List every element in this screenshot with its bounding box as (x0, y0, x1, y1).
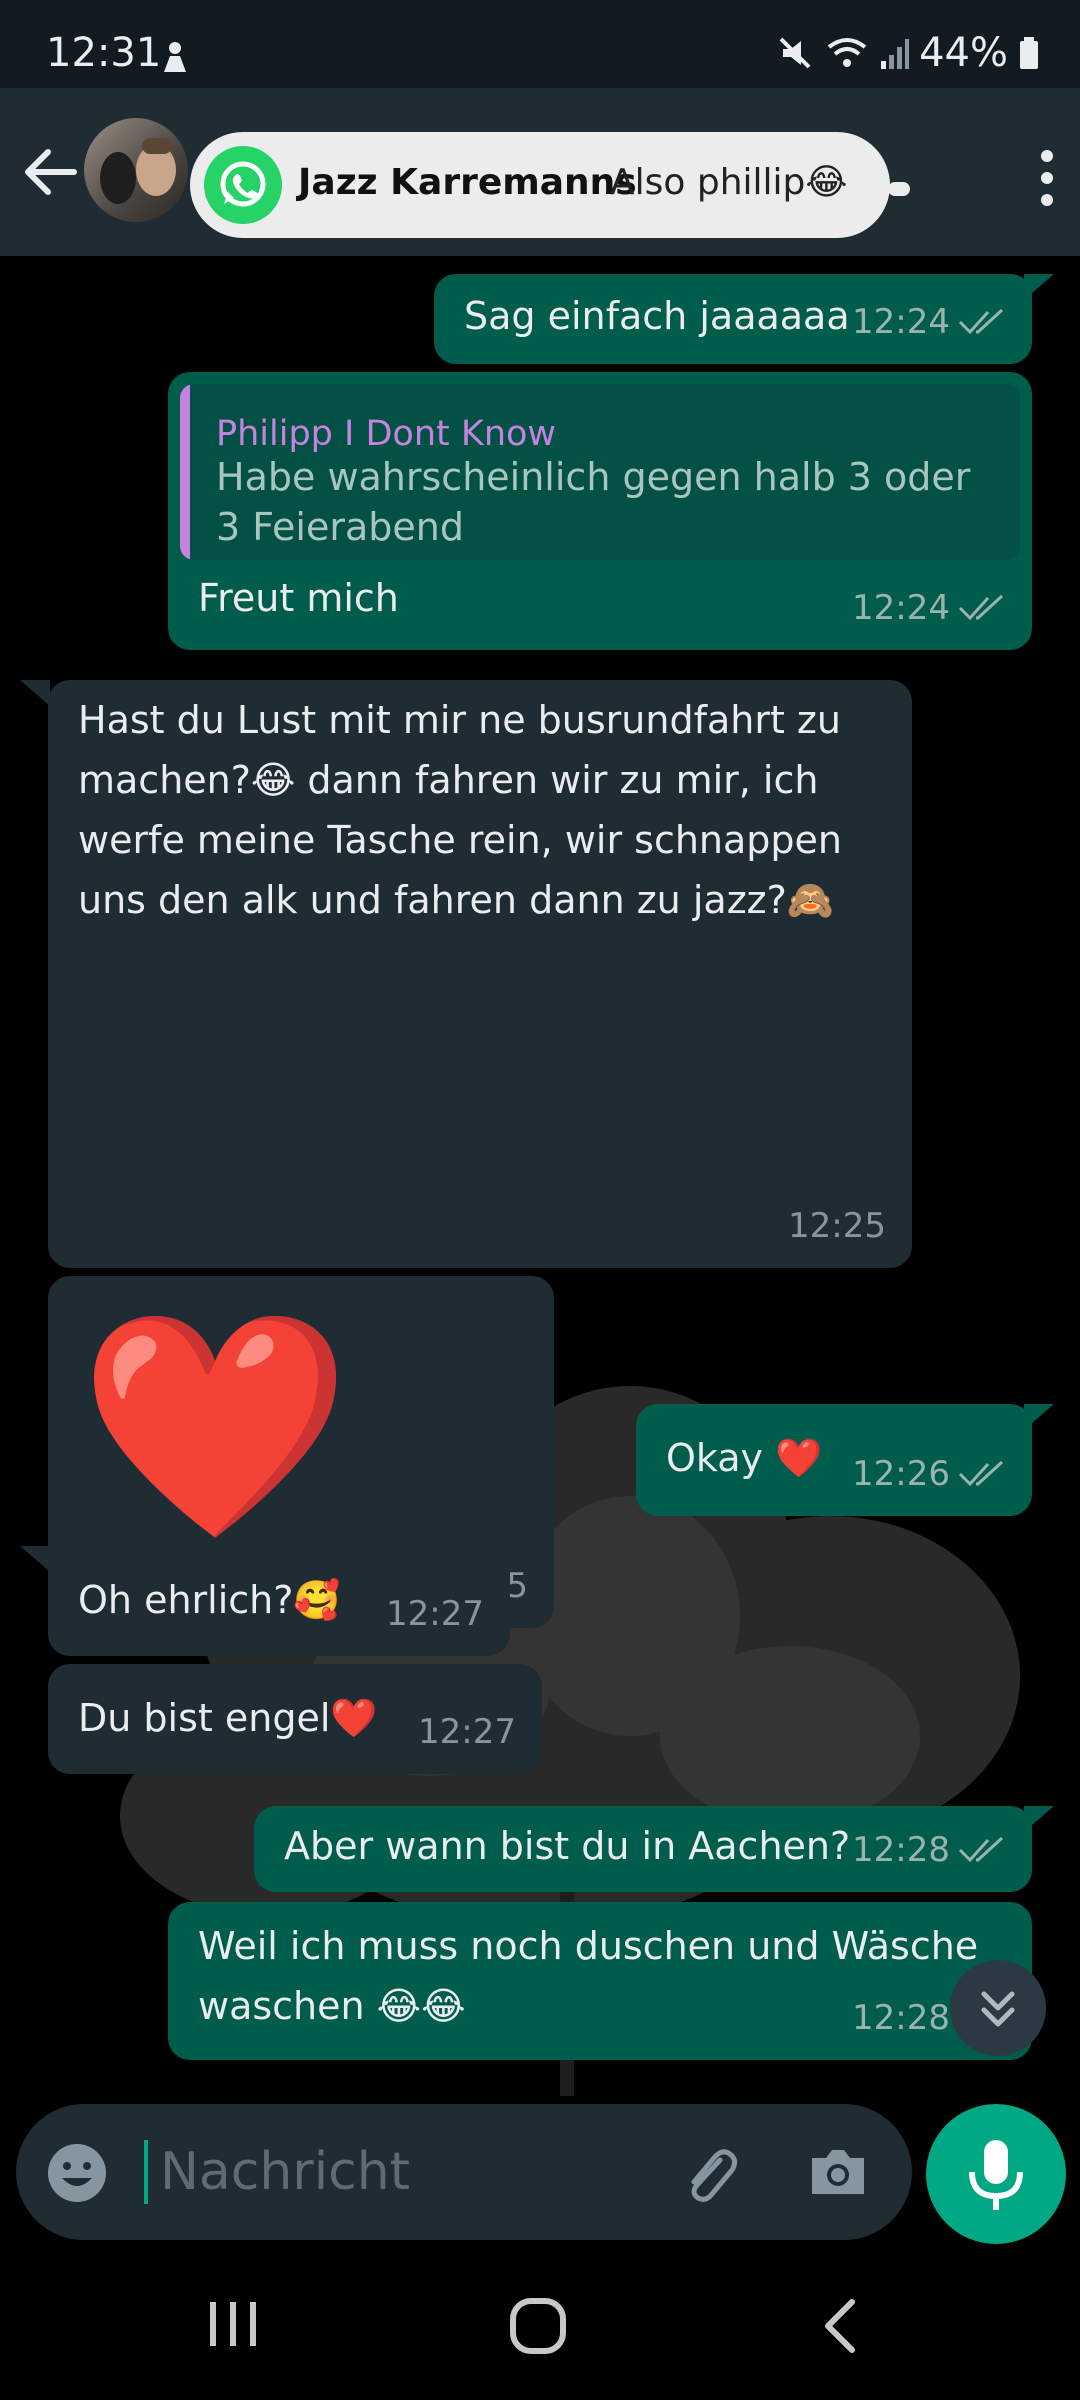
home-icon[interactable] (508, 2296, 568, 2356)
read-receipt-icon (958, 594, 1004, 621)
mute-icon (779, 37, 811, 69)
system-nav-bar (0, 2250, 1080, 2400)
message-outgoing[interactable]: Weil ich muss noch duschen und Wäsche wa… (168, 1902, 1032, 2060)
read-receipt-icon (958, 308, 1004, 335)
message-meta: 12:27 (386, 1584, 484, 1644)
recent-apps-icon[interactable] (206, 2298, 262, 2350)
message-meta: 12:28 (852, 1820, 1006, 1880)
message-time: 12:27 (418, 1712, 516, 1752)
emoji-icon[interactable] (46, 2142, 108, 2204)
message-incoming[interactable]: Oh ehrlich?🥰 12:27 (48, 1546, 510, 1656)
status-indicators: 44% (775, 30, 1040, 76)
battery-percent: 44% (919, 30, 1008, 76)
message-meta: 12:27 (418, 1702, 516, 1762)
message-meta: 12:25 (788, 1196, 886, 1256)
contact-name: Jazz Karremanns (298, 162, 637, 203)
signal-icon (881, 39, 910, 69)
scroll-down-icon (981, 1991, 1015, 2027)
message-outgoing[interactable]: Sag einfach jaaaaaa 12:24 (434, 274, 1032, 364)
message-text: Freut mich (198, 576, 399, 620)
message-time: 12:27 (386, 1594, 484, 1634)
avatar[interactable] (84, 118, 188, 222)
message-text: Du bist engel❤️ (78, 1696, 378, 1740)
message-outgoing[interactable]: Aber wann bist du in Aachen? 12:28 (254, 1806, 1032, 1892)
scroll-to-bottom-button[interactable] (950, 1960, 1046, 2056)
more-options-icon[interactable] (1032, 148, 1062, 208)
message-text: Sag einfach jaaaaaa (464, 294, 850, 338)
battery-icon (1020, 37, 1038, 69)
quote-text: Habe wahrscheinlich gegen halb 3 oder 3 … (216, 455, 971, 549)
chat-area[interactable]: Sag einfach jaaaaaa 12:24 Philipp I Dont… (0, 256, 1080, 2096)
message-outgoing-reply[interactable]: Philipp I Dont Know Habe wahrscheinlich … (168, 372, 1032, 650)
read-receipt-icon (958, 1460, 1004, 1487)
attach-icon[interactable] (676, 2140, 742, 2206)
message-time: 12:28 (852, 1998, 950, 2038)
notification-preview: Also phillip😂 (610, 162, 848, 203)
bubble-tail (20, 680, 50, 706)
message-input[interactable]: Nachricht (160, 2142, 410, 2202)
back-icon[interactable] (820, 2298, 860, 2354)
camera-icon[interactable] (806, 2142, 870, 2202)
bubble-tail (1024, 1806, 1054, 1832)
bubble-tail (20, 1546, 50, 1572)
status-bar: 12:31 44% (0, 0, 1080, 88)
mic-icon (969, 2140, 1023, 2210)
message-input-bar[interactable]: Nachricht (16, 2104, 912, 2240)
voice-record-button[interactable] (926, 2104, 1066, 2244)
message-text: Okay ❤️ (666, 1436, 823, 1480)
notification-bubble[interactable]: Jazz Karremanns Also phillip😂 (190, 132, 890, 238)
message-emoji: ❤️ (78, 1298, 352, 1554)
whatsapp-icon (204, 146, 282, 224)
message-meta: 12:26 (852, 1444, 1006, 1504)
back-arrow-icon[interactable] (22, 148, 78, 196)
text-cursor (144, 2140, 148, 2204)
message-text: Aber wann bist du in Aachen? (284, 1824, 851, 1868)
read-receipt-icon (958, 1836, 1004, 1863)
status-time: 12:31 (46, 30, 162, 76)
message-outgoing[interactable]: Okay ❤️ 12:26 (636, 1404, 1032, 1516)
bubble-tail (1024, 274, 1054, 300)
quote-bar (180, 384, 190, 560)
person-icon (164, 42, 186, 72)
quoted-message[interactable]: Philipp I Dont Know Habe wahrscheinlich … (180, 384, 1020, 560)
message-incoming[interactable]: Hast du Lust mit mir ne busrundfahrt zu … (48, 680, 912, 1268)
wifi-icon (827, 38, 867, 67)
message-time: 12:25 (788, 1206, 886, 1246)
message-meta: 12:24 (852, 578, 1006, 638)
message-meta: 12:24 (852, 292, 1006, 352)
chat-header: Jazz Karremanns Also phillip😂 (0, 88, 1080, 256)
message-time: 12:24 (852, 302, 950, 342)
message-time: 12:26 (852, 1454, 950, 1494)
bubble-tail (888, 182, 910, 196)
message-time: 12:24 (852, 588, 950, 628)
message-text: Oh ehrlich?🥰 (78, 1578, 341, 1622)
bubble-tail (1024, 1404, 1054, 1430)
message-incoming[interactable]: Du bist engel❤️ 12:27 (48, 1664, 542, 1774)
message-text: Hast du Lust mit mir ne busrundfahrt zu … (78, 698, 843, 922)
message-time: 12:28 (852, 1830, 950, 1870)
